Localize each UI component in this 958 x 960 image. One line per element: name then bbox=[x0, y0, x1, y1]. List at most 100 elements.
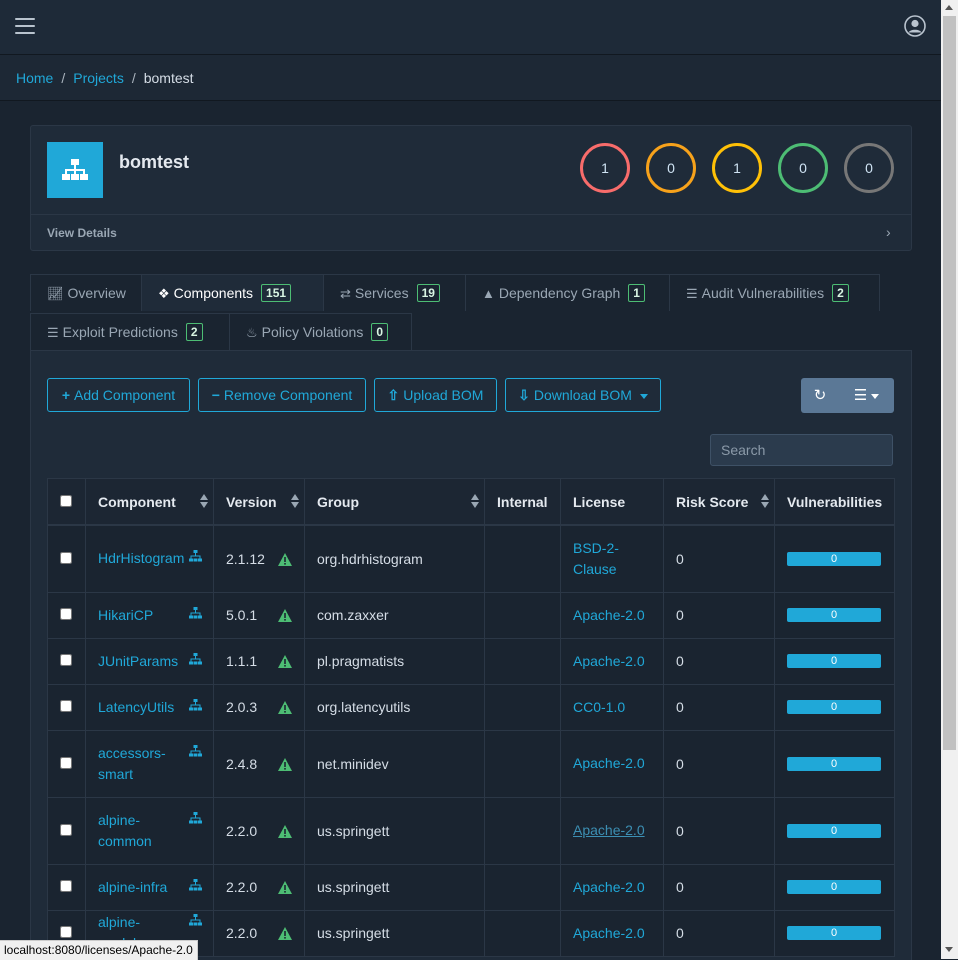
row-checkbox[interactable] bbox=[60, 926, 72, 938]
row-checkbox[interactable] bbox=[60, 654, 72, 666]
row-select-cell bbox=[47, 591, 86, 639]
license-link[interactable]: Apache-2.0 bbox=[573, 605, 645, 626]
license-link[interactable]: Apache-2.0 bbox=[573, 820, 645, 841]
scroll-thumb[interactable] bbox=[943, 16, 956, 750]
column-header-component[interactable]: Component bbox=[85, 478, 214, 526]
tab-dependency-graph[interactable]: ▲ Dependency Graph 1 bbox=[465, 274, 670, 311]
scroll-up-icon[interactable] bbox=[945, 5, 953, 10]
column-header-vulnerabilities[interactable]: Vulnerabilities bbox=[774, 478, 895, 526]
search-input[interactable] bbox=[710, 434, 893, 466]
component-cell: LatencyUtils bbox=[85, 683, 214, 731]
tab-exploit-predictions[interactable]: ☰ Exploit Predictions 2 bbox=[30, 313, 230, 350]
warning-icon bbox=[278, 609, 292, 622]
dependency-tree-icon[interactable] bbox=[189, 606, 202, 620]
download-icon: ⇩ bbox=[518, 387, 530, 403]
tab-audit-vulnerabilities[interactable]: ☰ Audit Vulnerabilities 2 bbox=[669, 274, 880, 311]
dependency-tree-icon[interactable] bbox=[189, 811, 202, 825]
dependency-tree-icon[interactable] bbox=[189, 744, 202, 758]
dependency-tree-icon[interactable] bbox=[189, 550, 202, 563]
column-header-license[interactable]: License bbox=[560, 478, 664, 526]
menu-toggle-icon[interactable] bbox=[15, 18, 35, 35]
component-link[interactable]: alpine-infra bbox=[98, 877, 167, 898]
license-link[interactable]: Apache-2.0 bbox=[573, 651, 645, 672]
components-table: Component Version Group Internal License… bbox=[47, 478, 895, 957]
breadcrumb-home[interactable]: Home bbox=[16, 70, 53, 86]
group-cell: pl.pragmatists bbox=[304, 637, 485, 685]
version-text: 2.2.0 bbox=[226, 822, 258, 839]
tab-count-badge: 0 bbox=[371, 323, 389, 342]
column-header-version[interactable]: Version bbox=[213, 478, 305, 526]
breadcrumb-projects[interactable]: Projects bbox=[73, 70, 124, 86]
row-select-cell bbox=[47, 729, 86, 798]
component-cell: JUnitParams bbox=[85, 637, 214, 685]
table-row: HikariCP 5.0.1 com.zaxxer Apache-2.0 0 0 bbox=[47, 591, 895, 639]
dependency-tree-icon[interactable] bbox=[189, 878, 202, 892]
breadcrumb-current: bomtest bbox=[143, 70, 194, 86]
refresh-icon[interactable]: ↻ bbox=[801, 378, 839, 413]
row-checkbox[interactable] bbox=[60, 880, 72, 892]
license-link[interactable]: Apache-2.0 bbox=[573, 877, 645, 898]
license-link[interactable]: CC0-1.0 bbox=[573, 697, 625, 718]
row-checkbox[interactable] bbox=[60, 551, 72, 564]
page-scrollbar[interactable] bbox=[941, 0, 958, 959]
tab-components[interactable]: ❖ Components 151 bbox=[141, 274, 324, 311]
group-cell: net.minidev bbox=[304, 729, 485, 798]
row-checkbox[interactable] bbox=[60, 823, 72, 836]
medium-count: 1 bbox=[712, 143, 762, 193]
fire-icon: ♨ bbox=[246, 325, 258, 340]
header-label: Vulnerabilities bbox=[787, 493, 883, 510]
tab-label: Dependency Graph bbox=[498, 285, 621, 301]
version-text: 2.1.12 bbox=[226, 550, 265, 567]
tab-services[interactable]: ⇄ Services 19 bbox=[323, 274, 466, 311]
plus-icon: + bbox=[61, 387, 70, 403]
row-checkbox[interactable] bbox=[60, 756, 72, 769]
status-bar-url: localhost:8080/licenses/Apache-2.0 bbox=[0, 940, 198, 960]
list-icon: ☰ bbox=[47, 325, 59, 340]
user-account-icon[interactable] bbox=[904, 15, 926, 37]
tab-overview[interactable]: 📈︎ Overview bbox=[30, 274, 142, 311]
version-cell: 2.2.0 bbox=[213, 796, 305, 865]
high-count: 0 bbox=[646, 143, 696, 193]
list-icon: ☰ bbox=[853, 387, 868, 404]
dependency-tree-icon[interactable] bbox=[189, 914, 202, 927]
component-wrapper: LatencyUtils bbox=[98, 697, 202, 718]
header-label: Internal bbox=[497, 493, 548, 510]
row-checkbox[interactable] bbox=[60, 700, 72, 712]
select-all-checkbox[interactable] bbox=[60, 494, 72, 507]
component-link[interactable]: HikariCP bbox=[98, 605, 153, 626]
dependency-tree-icon[interactable] bbox=[189, 698, 202, 712]
add-component-button[interactable]: + Add Component bbox=[47, 378, 190, 412]
column-header-internal[interactable]: Internal bbox=[484, 478, 561, 526]
breadcrumb-separator: / bbox=[61, 70, 66, 86]
row-checkbox[interactable] bbox=[60, 608, 72, 620]
dependency-tree-icon[interactable] bbox=[189, 652, 202, 666]
remove-component-button[interactable]: − Remove Component bbox=[198, 378, 366, 412]
component-link[interactable]: JUnitParams bbox=[98, 651, 178, 672]
license-link[interactable]: Apache-2.0 bbox=[573, 753, 645, 774]
tab-count-badge: 1 bbox=[628, 284, 645, 303]
tab-policy-violations[interactable]: ♨ Policy Violations 0 bbox=[229, 313, 412, 350]
internal-cell bbox=[484, 729, 561, 798]
columns-toggle-button[interactable]: ☰ bbox=[839, 378, 894, 413]
column-header-group[interactable]: Group bbox=[304, 478, 485, 526]
component-link[interactable]: alpine-common bbox=[98, 810, 170, 852]
version-text: 2.2.0 bbox=[226, 879, 258, 895]
version-cell: 2.2.0 bbox=[213, 909, 305, 957]
vulnerability-bar: 0 bbox=[787, 926, 881, 940]
vulnerabilities-cell: 0 bbox=[774, 863, 895, 911]
component-link[interactable]: HdrHistogram bbox=[98, 548, 184, 569]
license-link[interactable]: BSD-2-Clause bbox=[573, 538, 627, 580]
vulnerabilities-cell: 0 bbox=[774, 683, 895, 731]
license-link[interactable]: Apache-2.0 bbox=[573, 923, 645, 944]
vulnerability-bar: 0 bbox=[787, 700, 881, 714]
view-details-label: View Details bbox=[47, 226, 117, 240]
component-link[interactable]: accessors-smart bbox=[98, 743, 170, 785]
vulnerabilities-cell: 0 bbox=[774, 729, 895, 798]
view-details-link[interactable]: View Details › bbox=[31, 214, 911, 251]
download-bom-button[interactable]: ⇩ Download BOM bbox=[505, 378, 661, 412]
upload-bom-button[interactable]: ⇧ Upload BOM bbox=[374, 378, 497, 412]
column-header-risk-score[interactable]: Risk Score bbox=[663, 478, 775, 526]
scroll-down-icon[interactable] bbox=[945, 947, 953, 952]
license-cell: Apache-2.0 bbox=[560, 863, 664, 911]
component-link[interactable]: LatencyUtils bbox=[98, 697, 174, 718]
